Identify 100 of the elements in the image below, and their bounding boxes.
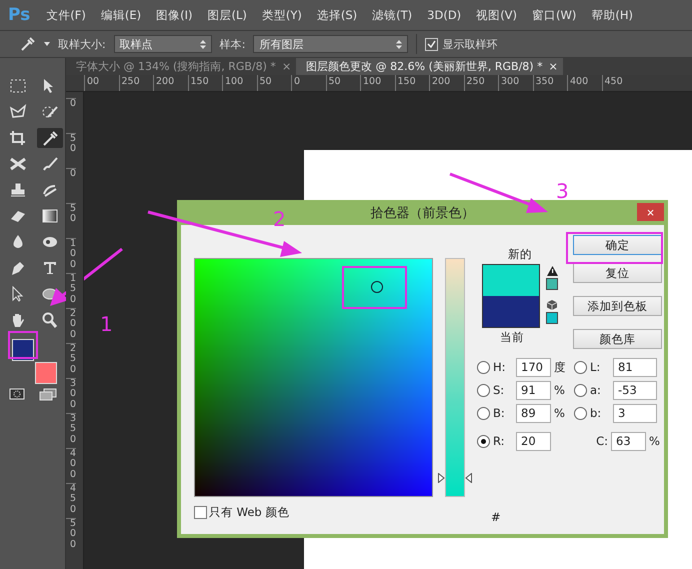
ruler-label: 0 xyxy=(291,75,326,91)
value-field[interactable]: 170 xyxy=(516,358,551,376)
web-only-label: 只有 Web 颜色 xyxy=(209,505,290,520)
value-field[interactable]: 81 xyxy=(613,358,657,376)
gamut-swatch[interactable] xyxy=(546,278,558,290)
dialog-button[interactable]: 添加到色板 xyxy=(573,296,662,316)
show-ring-checkbox[interactable] xyxy=(425,38,438,50)
unit-label: % xyxy=(554,383,566,397)
stamp-tool-icon xyxy=(9,182,27,198)
warning-icon[interactable] xyxy=(546,266,558,276)
value-field[interactable]: 89 xyxy=(516,404,551,422)
menu-item[interactable]: 帮助(H) xyxy=(585,8,642,22)
ruler-label: 300 xyxy=(498,75,532,91)
eyedropper-tool-icon xyxy=(41,130,59,146)
color-slider[interactable] xyxy=(437,258,473,497)
menu-item[interactable]: 3D(D) xyxy=(421,8,470,22)
caret-icon[interactable] xyxy=(44,42,50,46)
unit-label: 度 xyxy=(554,360,567,374)
updown-arrow-icon xyxy=(200,40,206,48)
hex-label: # xyxy=(491,510,502,524)
web-safe-swatch[interactable] xyxy=(546,312,558,324)
color-mode-radio[interactable] xyxy=(477,406,490,420)
field-label: L: xyxy=(590,360,602,374)
foreground-color-swatch[interactable] xyxy=(12,339,34,361)
color-mode-radio[interactable] xyxy=(477,384,490,396)
pen-tool-icon xyxy=(9,260,27,276)
value-field[interactable]: 63 xyxy=(611,432,646,450)
menu-item[interactable]: 图层(L) xyxy=(202,8,256,22)
color-mode-radio[interactable] xyxy=(477,360,490,374)
field-label: B: xyxy=(493,406,506,420)
ruler-label: 250 xyxy=(118,75,153,91)
background-color-swatch[interactable] xyxy=(35,362,57,384)
value-field[interactable]: 91 xyxy=(516,380,551,400)
highlight-frame xyxy=(342,266,407,309)
document-tab[interactable]: 图层颜色更改 @ 82.6% (美丽新世界, RGB/8) * × xyxy=(296,58,563,75)
color-mode-radio[interactable] xyxy=(477,434,490,448)
menu-item[interactable]: 窗口(W) xyxy=(526,8,586,22)
ruler-label: 400 xyxy=(66,448,76,483)
field-label: b: xyxy=(590,406,602,420)
menu-item[interactable]: 选择(S) xyxy=(310,8,366,22)
gradient-tool-icon xyxy=(41,208,59,224)
color-marker[interactable] xyxy=(371,281,383,293)
ruler-label: 100 xyxy=(222,75,256,91)
web-only-checkbox[interactable] xyxy=(194,506,207,519)
sample-size-select[interactable]: 取样点 xyxy=(114,35,212,53)
ruler-label: 50 xyxy=(326,75,360,91)
field-label: S: xyxy=(493,383,506,397)
menu-item[interactable]: 滤镜(T) xyxy=(366,8,422,22)
eraser-tool-icon xyxy=(9,208,27,224)
color-mode-radio[interactable] xyxy=(574,360,587,374)
ruler-label: 50 xyxy=(66,133,76,168)
ruler-label: 450 xyxy=(66,483,76,518)
color-mode-radio[interactable] xyxy=(574,406,587,420)
dialog-button[interactable]: 确定 xyxy=(573,235,662,255)
sample-label: 样本: xyxy=(220,36,246,52)
ruler-label: 0 xyxy=(66,98,76,133)
ruler-label: 350 xyxy=(532,75,567,91)
menu-item[interactable]: 类型(Y) xyxy=(256,8,311,22)
sample-select[interactable]: 所有图层 xyxy=(253,35,408,53)
lasso-tool-icon xyxy=(9,104,27,120)
dialog-button[interactable]: 颜色库 xyxy=(573,329,662,349)
step-number: 3 xyxy=(556,179,569,203)
show-ring-label: 显示取样环 xyxy=(442,36,498,52)
document-tab[interactable]: 字体大小 @ 134% (搜狗指南, RGB/8) * × xyxy=(66,58,296,75)
dialog-button[interactable]: 复位 xyxy=(573,263,662,283)
value-field[interactable]: 3 xyxy=(613,404,657,422)
field-label: H: xyxy=(493,360,507,374)
menu-item[interactable]: 文件(F) xyxy=(40,8,95,22)
color-field[interactable] xyxy=(194,258,433,497)
ruler-label: 450 xyxy=(602,75,636,91)
brush-tool-icon xyxy=(41,156,59,172)
field-label: C: xyxy=(595,434,608,448)
field-label: R: xyxy=(493,434,506,448)
menu-item[interactable]: 视图(V) xyxy=(470,8,526,22)
value-field[interactable]: 20 xyxy=(516,432,551,450)
dodge-tool-icon xyxy=(41,234,59,250)
menu-item[interactable]: 图像(I) xyxy=(150,8,202,22)
color-mode-radio[interactable] xyxy=(574,384,587,396)
menu-item[interactable]: 编辑(E) xyxy=(94,8,150,22)
close-icon[interactable]: × xyxy=(282,60,292,73)
quick-mask-icon[interactable] xyxy=(9,388,25,400)
eyedropper-icon[interactable] xyxy=(20,36,36,52)
unit-label: % xyxy=(649,434,661,448)
tool-button[interactable] xyxy=(37,128,63,148)
cube-icon[interactable] xyxy=(547,300,557,310)
ruler-label: 250 xyxy=(464,75,498,91)
ruler-label: 150 xyxy=(188,75,222,91)
field-label: a: xyxy=(590,383,602,397)
screen-mode-icon[interactable] xyxy=(39,388,57,401)
ruler-label: 50 xyxy=(66,203,76,238)
current-label: 当前 xyxy=(500,330,524,345)
dialog-title: 拾色器（前景色） xyxy=(370,204,474,222)
ruler-label: 250 xyxy=(66,343,76,378)
slider-thumb[interactable] xyxy=(438,472,472,483)
close-button[interactable]: × xyxy=(637,203,664,221)
ruler-label: 100 xyxy=(360,75,394,91)
ruler-label: 400 xyxy=(567,75,602,91)
value-field[interactable]: -53 xyxy=(613,380,657,400)
ruler-label: 200 xyxy=(429,75,464,91)
close-icon[interactable]: × xyxy=(548,60,558,73)
